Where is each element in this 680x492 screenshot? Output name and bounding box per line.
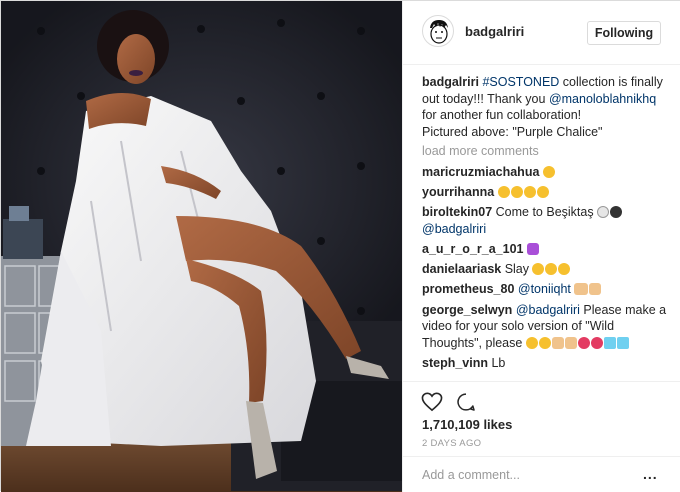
- comment-username[interactable]: biroltekin07: [422, 205, 492, 219]
- post-caption: badgalriri #SOSTONED collection is final…: [422, 74, 672, 140]
- white-circle-emoji-icon: [597, 206, 610, 219]
- more-options-icon[interactable]: ...: [643, 466, 658, 482]
- comments-list: badgalriri #SOSTONED collection is final…: [422, 74, 672, 375]
- comment-username[interactable]: maricruzmiachahua: [422, 165, 539, 179]
- avatar-icon[interactable]: [422, 15, 454, 47]
- post-author-username[interactable]: badgalriri: [465, 24, 524, 39]
- add-comment-section: ...: [403, 456, 680, 492]
- heart-eyes-emoji-icon: [542, 165, 555, 178]
- comment-username[interactable]: prometheus_80: [422, 282, 514, 296]
- comment-username[interactable]: george_selwyn: [422, 303, 512, 317]
- post-photo-image: [1, 1, 402, 492]
- likes-count[interactable]: 1,710,109 likes: [422, 417, 512, 432]
- post-photo[interactable]: [1, 1, 402, 492]
- heart-icon[interactable]: [421, 392, 443, 415]
- pointing-hand-emoji-icon: [574, 283, 589, 296]
- load-more-comments-link[interactable]: load more comments: [422, 143, 672, 160]
- comment-username[interactable]: steph_vinn: [422, 356, 488, 370]
- comment-item: biroltekin07 Come to Beşiktaş @badgalrir…: [422, 204, 672, 237]
- gem-emoji-icon: [616, 336, 629, 349]
- comment-item: prometheus_80 @toniiqht: [422, 281, 672, 298]
- heart-eyes-emoji-icon: [545, 263, 558, 276]
- comment-username[interactable]: a_u_r_o_r_a_101: [422, 242, 523, 256]
- gem-emoji-icon: [603, 336, 616, 349]
- caption-username[interactable]: badgalriri: [422, 75, 479, 89]
- heart-eyes-emoji-icon: [536, 185, 549, 198]
- praying-hands-emoji-icon: [551, 336, 564, 349]
- flower-emoji-icon: [590, 336, 603, 349]
- heart-eyes-emoji-icon: [558, 263, 571, 276]
- comment-item: maricruzmiachahua: [422, 164, 672, 181]
- heart-eyes-emoji-icon: [532, 263, 545, 276]
- post-header: badgalriri Following: [403, 1, 680, 65]
- ok-hand-emoji-icon: [589, 283, 602, 296]
- heart-eyes-emoji-icon: [523, 185, 536, 198]
- comment-mention[interactable]: @badgalriri: [516, 303, 580, 317]
- post-actions: [403, 381, 680, 421]
- comment-text: Lb: [488, 356, 506, 371]
- comment-username[interactable]: yourrihanna: [422, 185, 494, 199]
- add-comment-input[interactable]: [422, 468, 622, 482]
- caption-mention[interactable]: @manoloblahnikhq: [549, 92, 656, 106]
- comment-username[interactable]: danielaariask: [422, 262, 501, 276]
- heart-eyes-emoji-icon: [510, 185, 523, 198]
- post-date: 2 DAYS AGO: [422, 438, 482, 449]
- comment-item: steph_vinn Lb: [422, 355, 672, 372]
- comment-mention[interactable]: @badgalriri: [422, 222, 486, 236]
- caption-text-2: for another fun collaboration!: [422, 108, 582, 122]
- comment-item: danielaariask Slay: [422, 261, 672, 278]
- black-circle-emoji-icon: [610, 206, 623, 219]
- heart-eyes-emoji-icon: [538, 336, 551, 349]
- comment-mention[interactable]: @toniiqht: [518, 282, 571, 296]
- comment-item: a_u_r_o_r_a_101: [422, 241, 672, 258]
- following-button[interactable]: Following: [587, 21, 661, 45]
- comment-item: yourrihanna: [422, 184, 672, 201]
- comment-text: Come to Beşiktaş: [492, 205, 598, 220]
- purple-heart-emoji-icon: [526, 242, 539, 255]
- heart-eyes-emoji-icon: [497, 185, 510, 198]
- post-sidebar: badgalriri Following badgalriri #SOSTONE…: [402, 1, 680, 492]
- caption-hashtag[interactable]: #SOSTONED: [482, 75, 559, 89]
- praying-hands-emoji-icon: [564, 336, 577, 349]
- instagram-post: badgalriri Following badgalriri #SOSTONE…: [0, 0, 680, 492]
- comment-item: george_selwyn @badgalriri Please make a …: [422, 302, 672, 352]
- caption-text-3: Pictured above: "Purple Chalice": [422, 124, 603, 139]
- comment-text: Slay: [501, 262, 533, 277]
- flower-emoji-icon: [577, 336, 590, 349]
- heart-eyes-emoji-icon: [525, 336, 538, 349]
- comment-icon[interactable]: [456, 392, 476, 415]
